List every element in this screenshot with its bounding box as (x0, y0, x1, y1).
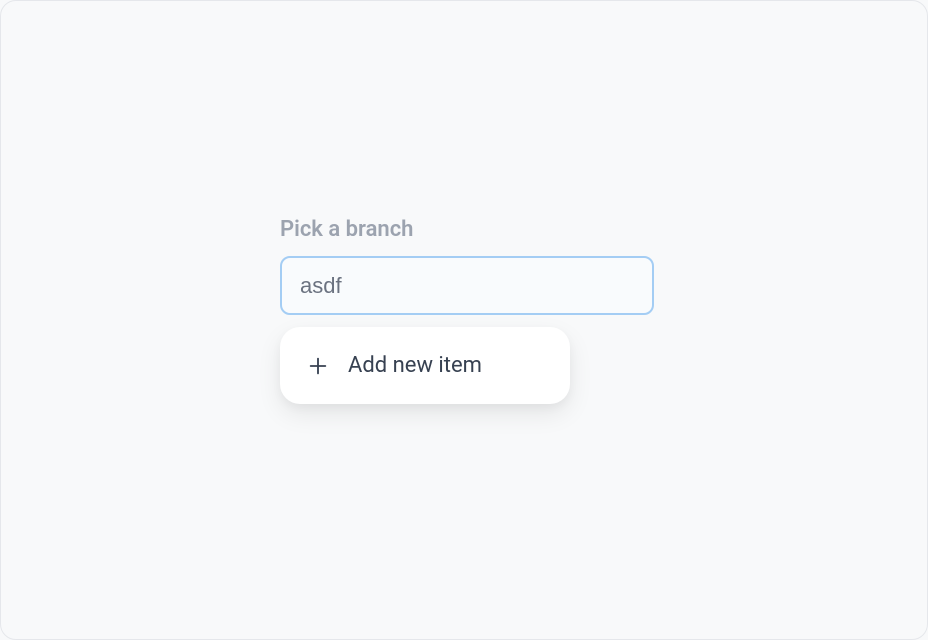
branch-picker-input-wrap (280, 256, 654, 315)
add-new-item-label: Add new item (348, 353, 482, 378)
branch-dropdown: Add new item (280, 327, 570, 404)
add-new-item-option[interactable]: Add new item (288, 337, 562, 394)
branch-picker: Pick a branch Add new item (280, 217, 654, 404)
branch-input[interactable] (280, 256, 654, 315)
plus-icon (306, 354, 330, 378)
branch-picker-label: Pick a branch (280, 217, 654, 242)
